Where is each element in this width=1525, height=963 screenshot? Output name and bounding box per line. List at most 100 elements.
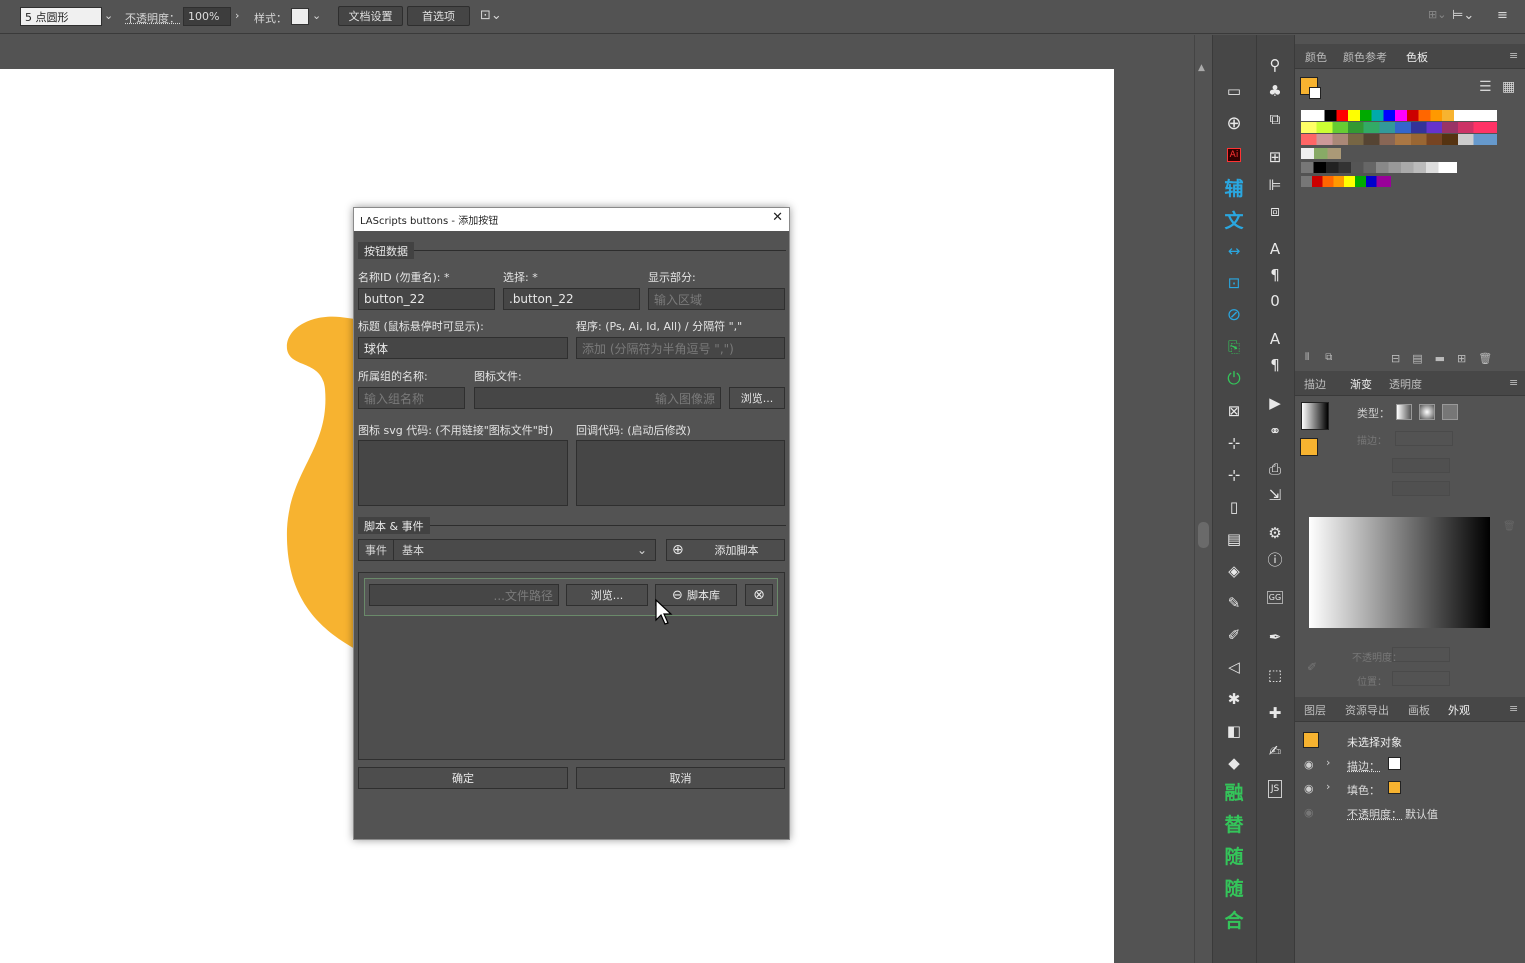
callback-textarea[interactable] <box>576 440 785 506</box>
pathfinder-icon[interactable]: ⧈ <box>1262 199 1288 223</box>
tab-color[interactable]: 颜色 <box>1305 49 1327 65</box>
chevron-right-icon[interactable]: › <box>1326 756 1330 769</box>
split-icon[interactable]: ↔ <box>1221 239 1247 263</box>
cancel-button[interactable]: 取消 <box>576 767 785 789</box>
resize-icon[interactable]: ⊠ <box>1221 399 1247 423</box>
program-input[interactable]: 添加 (分隔符为半角逗号 ",") <box>576 337 785 359</box>
crop-remove-icon[interactable]: ⊹ <box>1221 463 1247 487</box>
js-icon[interactable]: JS <box>1262 777 1288 801</box>
combine-tool[interactable]: 合 <box>1221 907 1247 932</box>
stroke-none-swatch[interactable] <box>1388 757 1401 770</box>
character-icon[interactable]: A <box>1262 237 1288 261</box>
assist-tool[interactable]: 辅 <box>1221 175 1247 200</box>
align-bottom-icon[interactable]: ▯ <box>1221 495 1247 519</box>
text-tool[interactable]: 文 <box>1221 207 1247 232</box>
align-left-icon[interactable]: ⊫ <box>1262 173 1288 197</box>
stroke-profile-select[interactable]: 5 点圆形 <box>20 7 102 26</box>
pen-tool-icon[interactable]: ✒ <box>1262 625 1288 649</box>
paint-bucket-icon[interactable]: ◈ <box>1221 559 1247 583</box>
style-swatch[interactable] <box>291 8 309 25</box>
tab-gradient[interactable]: 渐变 <box>1350 376 1372 392</box>
stroke-swatch[interactable] <box>1309 87 1321 99</box>
replace-tool[interactable]: 替 <box>1221 811 1247 836</box>
eye-icon[interactable]: ◉ <box>1304 758 1314 771</box>
chevron-right-icon[interactable]: › <box>1326 780 1330 793</box>
delete-stop-icon[interactable]: 🗑 <box>1503 521 1516 532</box>
transform-icon[interactable]: ⊨⌄ <box>1452 8 1474 23</box>
gradient-fill-swatch[interactable] <box>1300 438 1318 456</box>
file-export-icon[interactable]: ⎘ <box>1221 335 1247 359</box>
character-style-icon[interactable]: A <box>1262 327 1288 351</box>
browse-script-button[interactable]: 浏览... <box>566 584 648 606</box>
pen-edit-icon[interactable]: ✎ <box>1221 591 1247 615</box>
select-region-icon[interactable]: ⬚ <box>1262 663 1288 687</box>
tab-layers[interactable]: 图层 <box>1304 702 1326 718</box>
tooltip-input[interactable]: 球体 <box>358 337 568 359</box>
swatch-grid[interactable] <box>1301 110 1497 190</box>
aspect-input[interactable] <box>1392 481 1450 496</box>
panel-menu-icon[interactable]: ≡ <box>1509 376 1518 389</box>
tab-color-guide[interactable]: 颜色参考 <box>1343 49 1387 65</box>
gradient-opacity-input[interactable] <box>1392 647 1450 662</box>
tab-appearance[interactable]: 外观 <box>1448 702 1470 718</box>
fill-color-swatch[interactable] <box>1388 781 1401 794</box>
blend-tool[interactable]: 融 <box>1221 779 1247 804</box>
random-tool-2[interactable]: 随 <box>1221 875 1247 900</box>
chevron-down-icon[interactable]: ⌄ <box>104 9 113 22</box>
scroll-thumb[interactable] <box>1198 522 1209 548</box>
align-icon[interactable]: ⊞⌄ <box>1428 8 1446 21</box>
opacity-row-label[interactable]: 不透明度： <box>1347 806 1402 822</box>
puppet-icon[interactable]: ⚲ <box>1262 53 1288 77</box>
panel-menu-icon[interactable]: ≡ <box>1509 702 1518 715</box>
gradient-stroke-options[interactable] <box>1395 431 1453 446</box>
crop-add-icon[interactable]: ⊹ <box>1221 431 1247 455</box>
chevron-down-icon[interactable]: ⌄ <box>312 9 321 22</box>
tab-swatches[interactable]: 色板 <box>1406 49 1428 65</box>
paragraph-style-icon[interactable]: ¶ <box>1262 353 1288 377</box>
add-circle-icon[interactable]: ⊕ <box>1221 111 1247 135</box>
plus-icon[interactable]: ✚ <box>1262 701 1288 725</box>
swatch-tools-icon[interactable]: ⫴⧉ <box>1305 352 1348 363</box>
paragraph-icon[interactable]: ¶ <box>1262 263 1288 287</box>
brush-icon[interactable]: ✍ <box>1262 739 1288 763</box>
split-page-icon[interactable]: ◧ <box>1221 719 1247 743</box>
link-icon[interactable]: ⚭ <box>1262 419 1288 443</box>
svg-code-textarea[interactable] <box>358 440 568 506</box>
linear-gradient-button[interactable] <box>1396 404 1412 420</box>
new-document-icon[interactable]: ▭ <box>1221 79 1247 103</box>
tab-asset-export[interactable]: 资源导出 <box>1345 702 1389 718</box>
artboard-fit-icon[interactable]: ⊡ <box>1221 271 1247 295</box>
tab-transparency[interactable]: 透明度 <box>1389 376 1422 392</box>
name-id-input[interactable]: button_22 <box>358 288 495 310</box>
eye-icon[interactable]: ◉ <box>1304 806 1314 819</box>
send-icon[interactable]: ◁ <box>1221 655 1247 679</box>
remove-script-button[interactable]: ⊗ <box>745 584 773 606</box>
info-icon[interactable]: ⓘ <box>1262 547 1288 571</box>
grid-view-icon[interactable]: ▦ <box>1502 79 1515 95</box>
fill-row-label[interactable]: 填色： <box>1347 782 1380 798</box>
eye-icon[interactable]: ◉ <box>1304 782 1314 795</box>
chevron-right-icon[interactable]: › <box>235 9 239 22</box>
eyedropper-icon[interactable]: ✐ <box>1307 660 1317 674</box>
club-icon[interactable]: ♣ <box>1262 79 1288 103</box>
pen-link-icon[interactable]: ✐ <box>1221 623 1247 647</box>
browse-icon-button[interactable]: 浏览... <box>729 387 785 409</box>
distribute-icon[interactable]: ▤ <box>1221 527 1247 551</box>
close-icon[interactable]: ✕ <box>772 210 783 225</box>
display-input[interactable]: 输入区域 <box>648 288 785 310</box>
gradient-position-input[interactable] <box>1392 671 1450 686</box>
transform-icon[interactable]: ⧉ <box>1262 107 1288 131</box>
freeform-gradient-button[interactable] <box>1442 404 1458 420</box>
no-symbol-icon[interactable]: ⊘ <box>1221 303 1247 327</box>
settings-icon[interactable]: ⚙ <box>1262 521 1288 545</box>
swatch-actions-icon[interactable]: ⊟▤▬⊞🗑 <box>1391 352 1504 365</box>
power-icon[interactable]: ⏻ <box>1221 367 1247 391</box>
angle-input[interactable] <box>1392 458 1450 473</box>
random-tool-1[interactable]: 随 <box>1221 843 1247 868</box>
document-info-icon[interactable]: ⎙ <box>1262 457 1288 481</box>
radial-gradient-button[interactable] <box>1419 404 1435 420</box>
file-path-input[interactable]: ...文件路径 <box>369 584 559 606</box>
panel-menu-icon[interactable]: ≡ <box>1509 49 1518 62</box>
group-input[interactable]: 输入组名称 <box>358 387 465 409</box>
gg-icon[interactable]: GG <box>1262 585 1288 609</box>
